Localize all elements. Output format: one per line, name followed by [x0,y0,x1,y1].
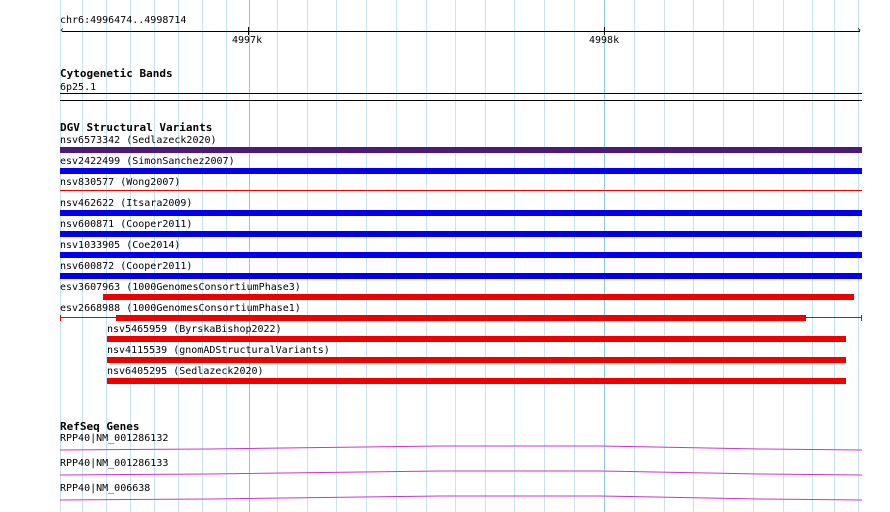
cytoband-top-line[interactable] [60,93,862,94]
dgv-feature-bar[interactable] [107,336,846,342]
dgv-feature-label[interactable]: esv2668988 (1000GenomesConsortiumPhase1) [60,303,301,314]
dgv-feature-label[interactable]: nsv1033905 (Coe2014) [60,240,180,251]
dgv-feature-label[interactable]: nsv600871 (Cooper2011) [60,219,192,230]
dgv-feature-label[interactable]: esv3607963 (1000GenomesConsortiumPhase3) [60,282,301,293]
dgv-feature-label[interactable]: nsv5465959 (ByrskaBishop2022) [107,324,282,335]
refseq-gene-model[interactable] [60,468,862,480]
refseq-intron-line [60,445,862,451]
ruler-right-arrow-icon: › [856,25,863,36]
ruler-label-4997k: 4997k [232,35,263,46]
dgv-feature-bar[interactable] [107,357,846,363]
dgv-feature-bar[interactable] [60,147,862,153]
dgv-feature-bar[interactable] [103,294,854,300]
dgv-feature-bar[interactable] [60,168,862,174]
dgv-feature-end-tick [60,315,61,321]
refseq-track-title: RefSeq Genes [60,420,140,433]
dgv-feature-bar[interactable] [107,378,846,384]
cytoband-bottom-line [60,100,862,101]
dgv-feature-label[interactable]: esv2422499 (SimonSanchez2007) [60,156,235,167]
cytoband-label: 6p25.1 [60,82,97,93]
dgv-feature-bar[interactable] [60,210,862,216]
refseq-intron-line [60,495,862,501]
dgv-feature-label[interactable]: nsv462622 (Itsara2009) [60,198,192,209]
dgv-feature-bar[interactable] [60,231,862,237]
dgv-feature-end-tick [861,315,862,321]
dgv-feature-bar[interactable] [116,315,806,321]
ruler-tick-4997k [248,27,249,35]
ruler-left-arrow-icon: ‹ [59,25,66,36]
dgv-feature-label[interactable]: nsv4115539 (gnomADStructuralVariants) [107,345,330,356]
refseq-gene-model[interactable] [60,443,862,455]
dgv-feature-label[interactable]: nsv600872 (Cooper2011) [60,261,192,272]
ruler-axis [62,31,860,32]
dgv-feature-bar[interactable] [60,190,862,191]
cytoband-track-title: Cytogenetic Bands [60,67,173,80]
ruler-label-4998k: 4998k [589,35,620,46]
dgv-feature-label[interactable]: nsv6405295 (Sedlazeck2020) [107,366,264,377]
dgv-feature-bar[interactable] [60,252,862,258]
dgv-track-title: DGV Structural Variants [60,121,213,134]
ruler-tick-4998k [604,27,605,35]
dgv-feature-label[interactable]: nsv830577 (Wong2007) [60,177,180,188]
refseq-intron-line [60,470,862,476]
dgv-feature-label[interactable]: nsv6573342 (Sedlazeck2020) [60,135,217,146]
dgv-feature-bar[interactable] [60,273,862,279]
genome-track-viewer: chr6:4996474..4998714 ‹ › 4997k 4998k Cy… [0,0,890,512]
refseq-gene-model[interactable] [60,493,862,505]
location-label: chr6:4996474..4998714 [60,15,187,26]
